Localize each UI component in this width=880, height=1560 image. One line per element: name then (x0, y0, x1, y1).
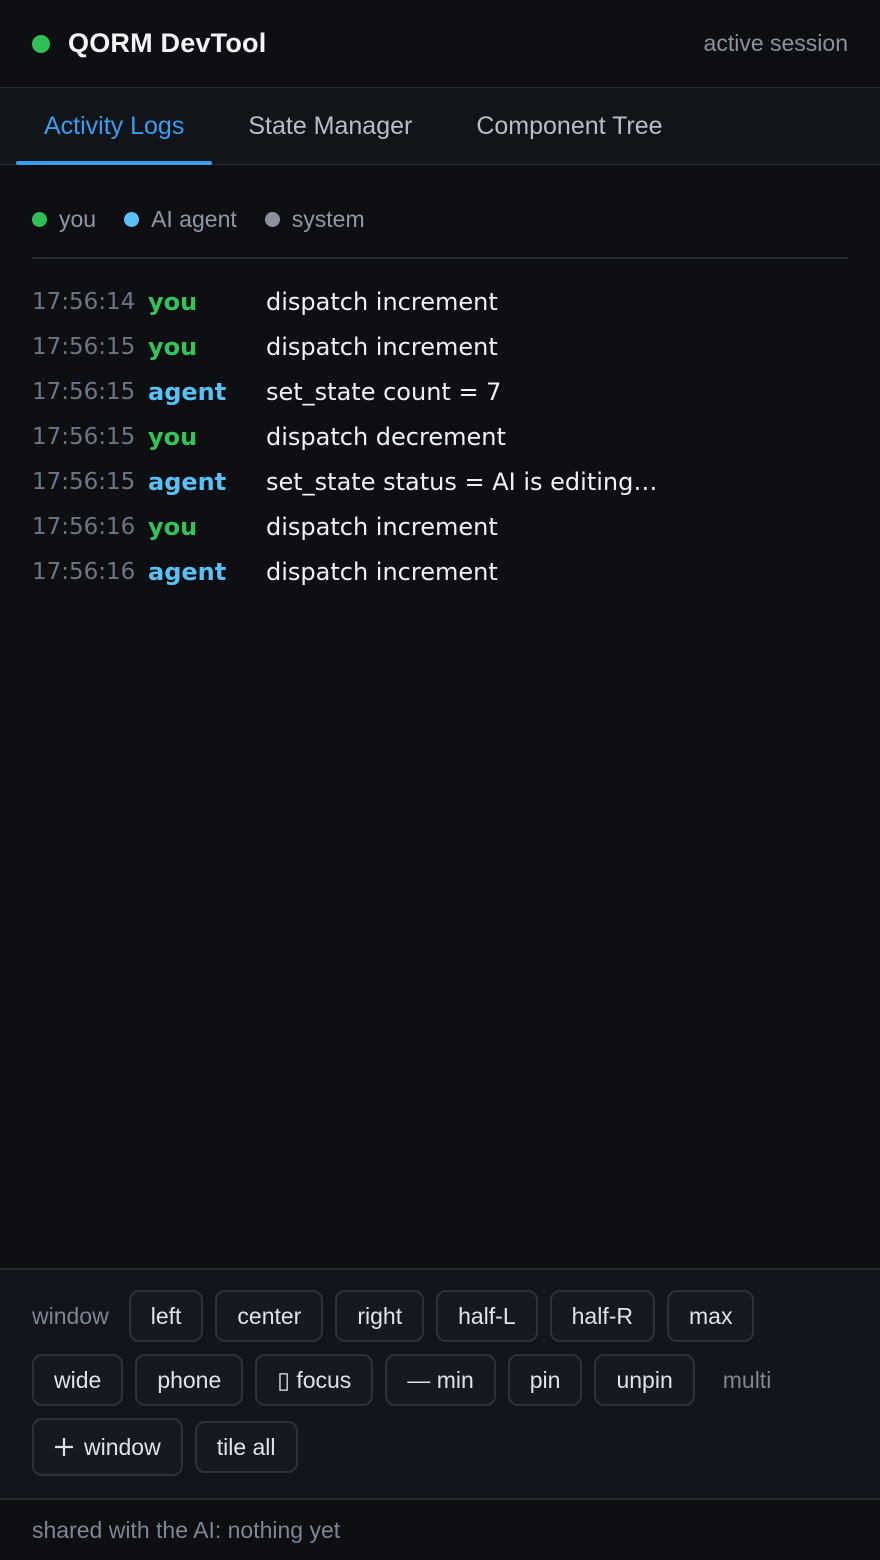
log-actor: agent (148, 377, 227, 406)
window-controls-row-3: window tile all (32, 1418, 848, 1476)
tab-state-manager[interactable]: State Manager (220, 88, 440, 164)
log-timestamp: 17:56:15 (32, 333, 136, 360)
tab-bar: Activity Logs State Manager Component Tr… (0, 88, 880, 165)
window-minimize-button[interactable]: — min (385, 1354, 496, 1406)
tab-component-tree[interactable]: Component Tree (448, 88, 690, 164)
window-left-button[interactable]: left (128, 1290, 204, 1342)
log-action: dispatch increment (266, 557, 498, 586)
tile-all-button[interactable]: tile all (194, 1421, 298, 1473)
log-timestamp: 17:56:14 (32, 288, 136, 315)
log-actor: you (148, 287, 198, 316)
log-timestamp: 17:56:15 (32, 423, 136, 450)
window-controls-label: window (32, 1302, 109, 1329)
log-action: set_state count = 7 (266, 377, 502, 406)
log-timestamp: 17:56:15 (32, 378, 136, 405)
brand: QORM DevTool (32, 28, 266, 59)
shared-context-footer: shared with the AI: nothing yet (0, 1498, 880, 1560)
tab-activity-logs[interactable]: Activity Logs (16, 88, 213, 165)
log-actor: you (148, 422, 198, 451)
legend-dot-icon (264, 211, 280, 227)
header: QORM DevTool active session (0, 0, 880, 88)
log-actor: agent (148, 467, 227, 496)
window-controls-row-1: window left center right half-L half-R m… (32, 1290, 848, 1342)
legend-item-system: system (264, 205, 365, 233)
app-title: QORM DevTool (68, 28, 267, 58)
window-controls: window left center right half-L half-R m… (0, 1268, 880, 1498)
log-action: dispatch decrement (266, 422, 506, 451)
add-window-button[interactable]: window (32, 1418, 183, 1476)
devtool-app: QORM DevTool active session Activity Log… (0, 0, 880, 1560)
window-unpin-button[interactable]: unpin (594, 1354, 695, 1406)
activity-log-list: 17:56:14 you dispatch increment 17:56:15… (0, 259, 880, 1268)
window-controls-row-2: wide phone ▯ focus — min pin unpin multi (32, 1354, 848, 1406)
log-row: 17:56:15 you dispatch increment (32, 324, 848, 369)
multi-window-label: multi (722, 1366, 772, 1393)
log-row: 17:56:15 you dispatch decrement (32, 414, 848, 459)
window-half-right-button[interactable]: half-R (549, 1290, 655, 1342)
legend-dot-icon (124, 211, 140, 227)
log-timestamp: 17:56:15 (32, 468, 136, 495)
log-action: dispatch increment (266, 287, 498, 316)
status-dot-icon (32, 34, 50, 53)
legend-label: AI agent (151, 205, 237, 232)
log-row: 17:56:16 you dispatch increment (32, 504, 848, 549)
window-right-button[interactable]: right (335, 1290, 425, 1342)
log-action: dispatch increment (266, 512, 498, 541)
shared-context-text: shared with the AI: nothing yet (32, 1516, 341, 1543)
plus-icon (55, 1438, 73, 1456)
window-focus-button[interactable]: ▯ focus (255, 1354, 374, 1406)
legend-item-you: you (32, 206, 96, 233)
legend-label: you (59, 205, 97, 232)
add-window-label: window (84, 1433, 161, 1460)
legend-item-ai-agent: AI agent (124, 206, 237, 233)
log-actor: agent (148, 557, 227, 586)
log-row: 17:56:15 agent set_state status = AI is … (32, 459, 848, 504)
legend-dot-icon (32, 211, 47, 227)
session-status: active session (703, 30, 848, 56)
window-half-left-button[interactable]: half-L (436, 1290, 538, 1342)
log-timestamp: 17:56:16 (32, 513, 136, 540)
window-pin-button[interactable]: pin (507, 1354, 583, 1406)
window-wide-button[interactable]: wide (32, 1354, 124, 1406)
log-action: set_state status = AI is editing… (266, 467, 658, 496)
log-timestamp: 17:56:16 (32, 558, 136, 585)
log-actor: you (148, 512, 198, 541)
actor-legend: you AI agent system (32, 165, 848, 259)
log-actor: you (148, 332, 198, 361)
log-row: 17:56:15 agent set_state count = 7 (32, 369, 848, 414)
log-row: 17:56:14 you dispatch increment (32, 279, 848, 324)
window-max-button[interactable]: max (667, 1290, 755, 1342)
window-center-button[interactable]: center (215, 1290, 324, 1342)
log-row: 17:56:16 agent dispatch increment (32, 549, 848, 594)
log-action: dispatch increment (266, 332, 498, 361)
window-phone-button[interactable]: phone (135, 1354, 244, 1406)
legend-label: system (291, 205, 365, 232)
